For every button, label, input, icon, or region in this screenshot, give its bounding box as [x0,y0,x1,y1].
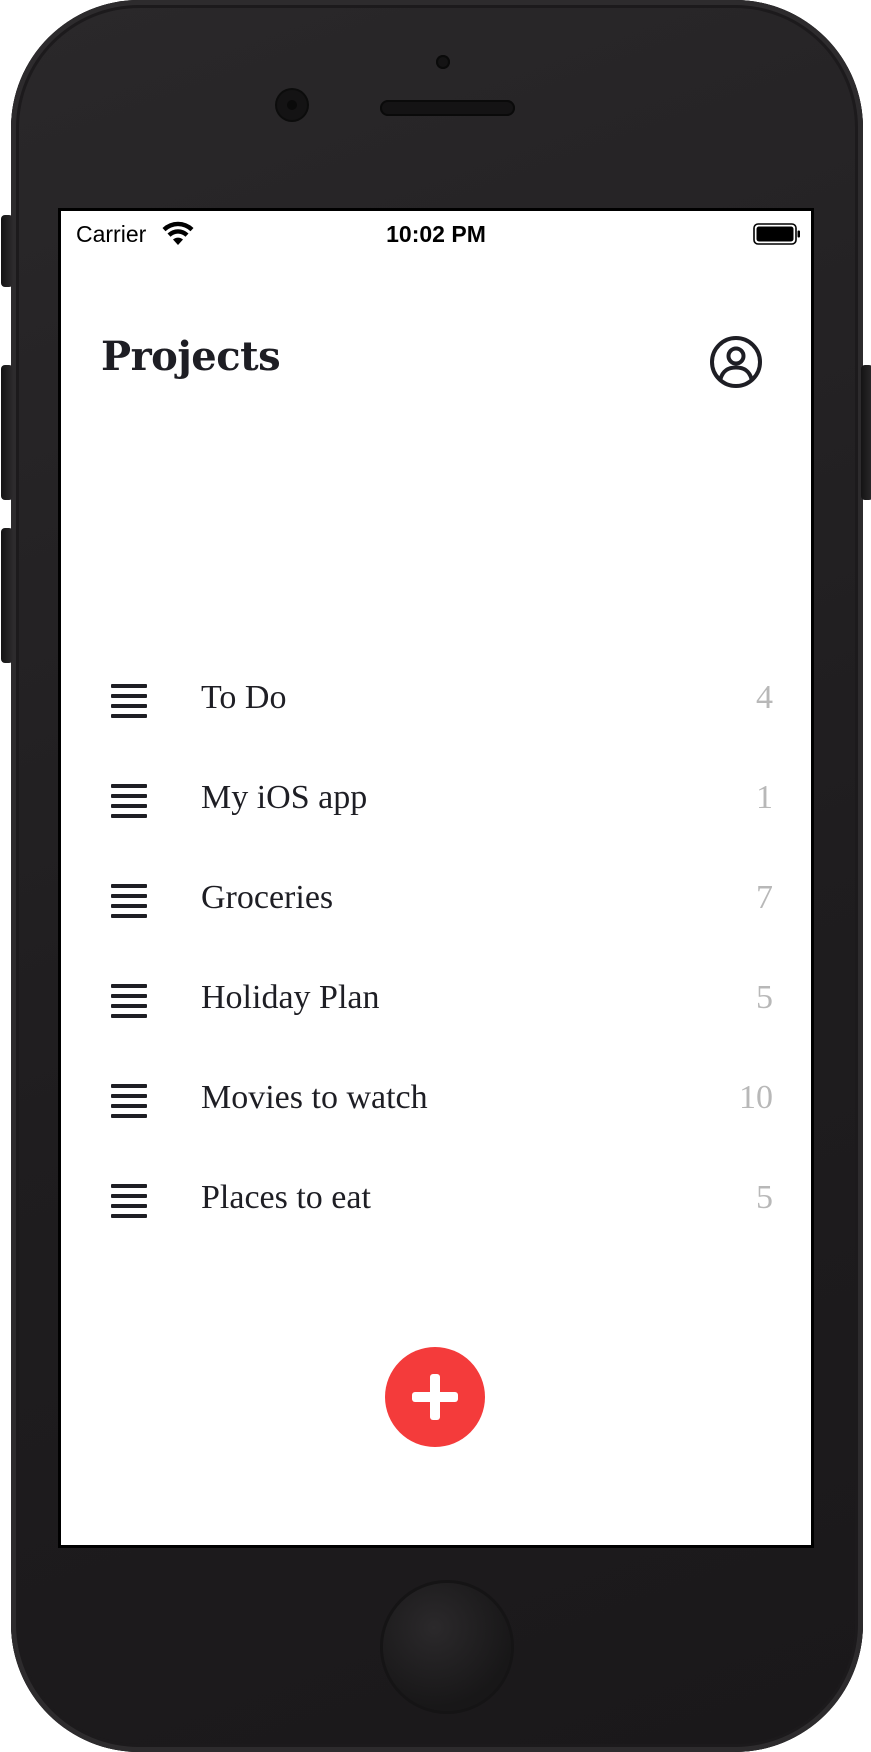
project-row-movies-to-watch[interactable]: Movies to watch 10 [61,1051,811,1151]
project-row-places-to-eat[interactable]: Places to eat 5 [61,1151,811,1251]
battery-icon [753,223,800,245]
project-count: 10 [739,1079,773,1116]
earpiece-speaker [380,100,515,116]
app-screen: Carrier 10:02 PM Projects To Do 4 My iOS… [58,208,814,1548]
project-name: Movies to watch [201,1079,428,1116]
project-count: 5 [756,1179,773,1216]
project-row-groceries[interactable]: Groceries 7 [61,851,811,951]
project-row-holiday-plan[interactable]: Holiday Plan 5 [61,951,811,1051]
menu-lines-icon[interactable] [111,684,147,718]
proximity-sensor [436,55,450,69]
home-button[interactable] [383,1583,511,1711]
project-name: To Do [201,679,287,716]
menu-lines-icon[interactable] [111,984,147,1018]
status-bar: Carrier 10:02 PM [61,211,811,255]
project-count: 1 [756,779,773,816]
mute-switch [1,215,13,287]
volume-up-button [1,365,13,500]
project-name: Groceries [201,879,334,916]
project-count: 4 [756,679,773,716]
project-count: 7 [756,879,773,916]
menu-lines-icon[interactable] [111,1084,147,1118]
page-title: Projects [101,333,281,380]
project-row-to-do[interactable]: To Do 4 [61,651,811,751]
project-name: My iOS app [201,779,368,816]
front-camera [277,90,307,120]
user-circle-icon [710,336,762,388]
volume-down-button [1,528,13,663]
project-name: Holiday Plan [201,979,380,1016]
project-count: 5 [756,979,773,1016]
project-name: Places to eat [201,1179,371,1216]
menu-lines-icon[interactable] [111,1184,147,1218]
power-button [861,365,871,500]
add-project-button[interactable] [385,1347,485,1447]
status-time: 10:02 PM [386,221,486,247]
menu-lines-icon[interactable] [111,884,147,918]
profile-button[interactable] [709,335,763,389]
header: Projects [61,291,811,401]
project-row-my-ios-app[interactable]: My iOS app 1 [61,751,811,851]
menu-lines-icon[interactable] [111,784,147,818]
